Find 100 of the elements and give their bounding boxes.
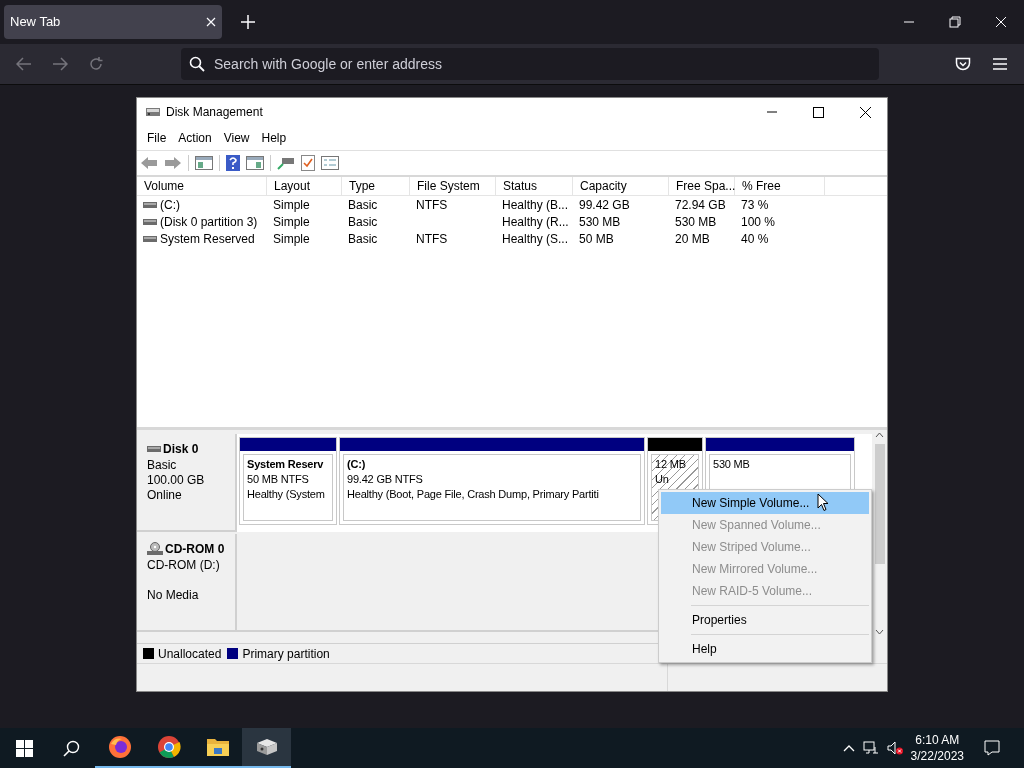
partition-info: 50 MB NTFS bbox=[247, 472, 310, 487]
clock-time[interactable]: 6:10 AM bbox=[915, 732, 960, 748]
table-cell-text: (Disk 0 partition 3) bbox=[160, 213, 258, 231]
column-header[interactable]: Type bbox=[342, 177, 410, 195]
table-cell-text: Simple bbox=[273, 213, 310, 231]
windows-logo-icon[interactable] bbox=[16, 739, 33, 757]
partition-info: 99.42 GB NTFS bbox=[347, 472, 424, 487]
menu-item[interactable]: Action bbox=[172, 129, 218, 147]
column-header[interactable]: Free Spa... bbox=[669, 177, 735, 195]
legend-label: Primary partition bbox=[242, 645, 330, 663]
table-cell-text: 530 MB bbox=[579, 213, 621, 231]
panel-icon[interactable] bbox=[195, 156, 213, 170]
table-cell-text: Basic bbox=[348, 213, 378, 231]
scroll-down-icon[interactable] bbox=[875, 629, 884, 635]
drive-icon bbox=[143, 217, 157, 226]
partition-info: 530 MB bbox=[713, 457, 751, 472]
restore-icon[interactable] bbox=[949, 16, 961, 28]
menu-item[interactable]: View bbox=[217, 129, 256, 147]
partition-block[interactable]: (C:) 99.42 GB NTFS Healthy (Boot, Page File, Crash Dump, Primary Partiti bbox=[339, 437, 645, 525]
table-cell-text: NTFS bbox=[416, 230, 448, 248]
disk-drive-icon bbox=[145, 105, 161, 119]
partition-block[interactable]: System Reserv 50 MB NTFS Healthy (System bbox=[239, 437, 337, 525]
table-cell-text: (C:) bbox=[160, 196, 180, 214]
disk-info: 100.00 GB bbox=[147, 473, 206, 488]
disk-info: Online bbox=[147, 488, 183, 503]
column-header[interactable]: % Free bbox=[735, 177, 825, 195]
disk-info: No Media bbox=[147, 588, 200, 603]
column-header[interactable]: Layout bbox=[267, 177, 342, 195]
menu-item[interactable]: Help bbox=[255, 129, 293, 147]
network-icon[interactable] bbox=[862, 741, 879, 755]
table-cell-text: 530 MB bbox=[675, 213, 717, 231]
scroll-up-icon[interactable] bbox=[875, 432, 884, 438]
partition-info: Un bbox=[655, 472, 670, 487]
forward-arrow-icon[interactable] bbox=[164, 156, 182, 170]
table-cell-text: Simple bbox=[273, 196, 310, 214]
table-cell-text: 99.42 GB bbox=[579, 196, 630, 214]
partition-title: System Reserv bbox=[247, 457, 325, 472]
column-header[interactable]: Status bbox=[496, 177, 573, 195]
table-cell-text: 20 MB bbox=[675, 230, 710, 248]
partition-bar bbox=[648, 438, 702, 451]
search-icon bbox=[189, 56, 205, 72]
properties-icon[interactable] bbox=[321, 156, 339, 170]
table-cell-text: Healthy (B... bbox=[502, 196, 569, 214]
table-cell-text: System Reserved bbox=[160, 230, 255, 248]
disk-info: Basic bbox=[147, 458, 178, 473]
table-cell-text: Basic bbox=[348, 196, 378, 214]
back-arrow-icon[interactable] bbox=[140, 156, 158, 170]
connect-icon[interactable] bbox=[277, 156, 295, 170]
address-bar[interactable]: Search with Google or enter address bbox=[181, 48, 879, 80]
drive-icon bbox=[143, 234, 157, 243]
muted-speaker-icon[interactable] bbox=[886, 741, 903, 755]
menu-icon[interactable] bbox=[993, 58, 1007, 70]
clock-date[interactable]: 3/22/2023 bbox=[910, 748, 964, 764]
window-title: Disk Management bbox=[166, 104, 263, 121]
back-arrow-icon[interactable] bbox=[16, 57, 32, 71]
table-cell-text: Basic bbox=[348, 230, 378, 248]
menu-item[interactable]: File bbox=[141, 129, 173, 147]
chevron-up-icon[interactable] bbox=[842, 744, 855, 752]
column-header[interactable]: Capacity bbox=[573, 177, 669, 195]
taskbar-button[interactable] bbox=[242, 728, 291, 768]
drive-icon bbox=[143, 200, 157, 209]
plus-icon[interactable] bbox=[241, 15, 255, 29]
pocket-icon[interactable] bbox=[955, 56, 971, 72]
partition-info: Healthy (Boot, Page File, Crash Dump, Primary Partiti bbox=[347, 487, 600, 502]
table-cell-text: 72.94 GB bbox=[675, 196, 726, 214]
menu-item[interactable]: New Simple Volume... bbox=[661, 492, 869, 514]
help-icon[interactable] bbox=[226, 155, 240, 171]
table-cell-text: 100 % bbox=[741, 213, 776, 231]
notification-icon[interactable] bbox=[984, 740, 1000, 756]
search-icon[interactable] bbox=[63, 739, 80, 757]
table-cell-text: Healthy (S... bbox=[502, 230, 569, 248]
disk-drive-icon bbox=[254, 737, 279, 757]
folder-icon bbox=[205, 736, 230, 758]
disk-label-panel[interactable]: Disk 0 Basic 100.00 GB Online bbox=[137, 434, 237, 532]
disk-name: Disk 0 bbox=[163, 441, 199, 458]
column-header[interactable]: Volume bbox=[137, 177, 267, 195]
disk-label-panel[interactable]: CD-ROM 0 CD-ROM (D:) No Media bbox=[137, 534, 237, 632]
forward-arrow-icon[interactable] bbox=[52, 57, 68, 71]
legend-label: Unallocated bbox=[158, 645, 222, 663]
close-icon[interactable] bbox=[860, 106, 871, 118]
disk-info: CD-ROM (D:) bbox=[147, 558, 221, 573]
table-cell-text: NTFS bbox=[416, 196, 448, 214]
menu-item[interactable]: Help bbox=[661, 638, 869, 660]
tab-title: New Tab bbox=[10, 13, 61, 32]
mouse-cursor-icon bbox=[817, 493, 829, 512]
browser-tab[interactable]: New Tab bbox=[4, 5, 222, 39]
checklist-icon[interactable] bbox=[301, 155, 315, 171]
chrome-icon bbox=[156, 735, 181, 759]
table-cell-text: Simple bbox=[273, 230, 310, 248]
table-cell-text: 40 % bbox=[741, 230, 769, 248]
cd-drive-icon bbox=[147, 542, 163, 556]
partition-info: 12 MB bbox=[655, 457, 687, 472]
table-cell-text: 50 MB bbox=[579, 230, 614, 248]
column-header[interactable]: File System bbox=[410, 177, 496, 195]
panel-icon[interactable] bbox=[246, 156, 264, 170]
maximize-icon[interactable] bbox=[813, 106, 824, 118]
menu-item[interactable]: Properties bbox=[661, 609, 869, 631]
table-cell-text: 73 % bbox=[741, 196, 769, 214]
reload-icon[interactable] bbox=[88, 56, 104, 72]
partition-info: Healthy (System bbox=[247, 487, 326, 502]
